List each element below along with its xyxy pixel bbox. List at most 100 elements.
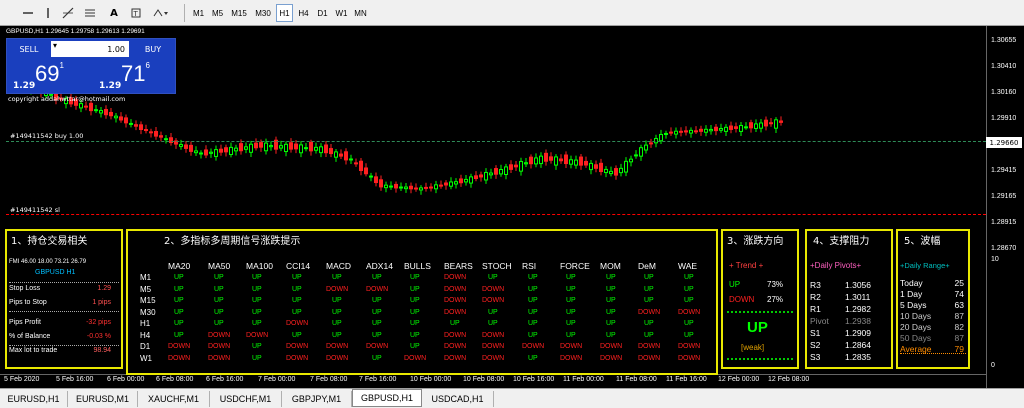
x-tick: 11 Feb 00:00 bbox=[563, 376, 604, 383]
signal-cell: UP bbox=[528, 331, 538, 339]
candle-body bbox=[699, 128, 703, 132]
fmi-header: FMI 46.00 18.00 73.21 26.79 bbox=[9, 259, 87, 265]
chart-tab[interactable]: EURUSD,M1 bbox=[68, 391, 138, 407]
chart-tab[interactable]: EURUSD,H1 bbox=[0, 391, 68, 407]
range-value: 82 bbox=[954, 322, 964, 332]
candle-body bbox=[544, 152, 548, 162]
candle-body bbox=[124, 117, 128, 124]
candle-body bbox=[479, 174, 483, 178]
timeframe-m1[interactable]: M1 bbox=[190, 4, 207, 22]
timeframe-row-label: M30 bbox=[140, 307, 156, 317]
timeframe-d1[interactable]: D1 bbox=[314, 4, 331, 22]
chart-tab[interactable]: USDCHF,M1 bbox=[210, 391, 282, 407]
signal-cell: UP bbox=[566, 297, 576, 304]
x-tick: 6 Feb 16:00 bbox=[206, 376, 244, 383]
signal-cell: DOWN bbox=[482, 285, 505, 293]
line-icon[interactable] bbox=[18, 3, 38, 23]
signal-cell: UP bbox=[252, 274, 262, 281]
signal-cell: UP bbox=[488, 274, 498, 281]
chart-tab[interactable]: GBPJPY,M1 bbox=[282, 391, 352, 407]
stop-loss-line[interactable] bbox=[6, 214, 986, 215]
candle-body bbox=[364, 167, 368, 175]
signal-cell: UP bbox=[684, 331, 694, 339]
candle-body bbox=[329, 148, 333, 155]
candle-body bbox=[604, 168, 608, 174]
candle-body bbox=[694, 130, 698, 133]
sell-price[interactable]: 691 bbox=[35, 61, 64, 87]
sell-button[interactable]: SELL bbox=[11, 41, 47, 57]
signal-cell: UP bbox=[410, 343, 420, 350]
y-tick: 1.30410 bbox=[991, 63, 1017, 70]
chart-tab[interactable]: XAUCHF,M1 bbox=[138, 391, 210, 407]
chart-tab[interactable]: USDCAD,H1 bbox=[422, 391, 494, 407]
signal-cell: UP bbox=[566, 320, 576, 327]
buy-button[interactable]: BUY bbox=[135, 41, 171, 57]
signal-cell: UP bbox=[372, 274, 382, 281]
price-axis[interactable]: 1.30655 1.30410 1.30160 1.29910 1.29415 … bbox=[986, 26, 1024, 388]
candle-body bbox=[434, 184, 438, 190]
price-chart[interactable]: GBPUSD,H1 1.29645 1.29758 1.29613 1.2969… bbox=[0, 26, 1024, 388]
candle-body bbox=[324, 144, 328, 154]
signal-cell: UP bbox=[214, 285, 224, 293]
order-line[interactable] bbox=[6, 141, 986, 142]
candle-body bbox=[514, 164, 518, 168]
signal-cell: UP bbox=[410, 320, 420, 327]
timeframe-m5[interactable]: M5 bbox=[209, 4, 226, 22]
x-tick: 6 Feb 08:00 bbox=[156, 376, 194, 383]
label-icon[interactable]: T bbox=[126, 3, 146, 23]
candle-body bbox=[459, 178, 463, 184]
timeframe-h4[interactable]: H4 bbox=[295, 4, 312, 22]
candle-body bbox=[764, 119, 768, 127]
position-row-label: Stop Loss bbox=[9, 285, 41, 292]
candle-body bbox=[749, 122, 753, 129]
candle-body bbox=[444, 182, 448, 186]
candle-body bbox=[494, 168, 498, 175]
signal-cell: UP bbox=[174, 274, 184, 281]
chart-tab[interactable]: GBPUSD,H1 bbox=[352, 389, 422, 407]
timeframe-h1[interactable]: H1 bbox=[276, 4, 293, 22]
panel-indicator-signals: 2、多指标多周期信号涨跌提示 MA20 MA50 MA100 CCI14 MACD ADX… bbox=[126, 229, 718, 375]
signal-cell: UP bbox=[252, 320, 262, 327]
signal-cell: DOWN bbox=[208, 354, 231, 362]
signal-cell: UP bbox=[410, 285, 420, 293]
candle-body bbox=[689, 129, 693, 134]
signal-cell: UP bbox=[292, 331, 302, 339]
time-axis[interactable]: 5 Feb 2020 5 Feb 16:00 6 Feb 00:00 6 Feb 08… bbox=[0, 374, 986, 388]
x-tick: 10 Feb 08:00 bbox=[463, 376, 505, 383]
y-tick: 1.30655 bbox=[991, 37, 1017, 44]
signal-cell: UP bbox=[566, 285, 576, 293]
timeframe-m15[interactable]: M15 bbox=[228, 4, 250, 22]
buy-price[interactable]: 716 bbox=[121, 61, 150, 87]
signal-cell: DOWN bbox=[366, 343, 389, 350]
candle-body bbox=[484, 171, 488, 181]
trendline-icon[interactable] bbox=[80, 3, 100, 23]
arrows-icon[interactable] bbox=[150, 3, 170, 23]
timeframe-m30[interactable]: M30 bbox=[252, 4, 274, 22]
text-icon[interactable]: A bbox=[104, 3, 124, 23]
candle-body bbox=[594, 164, 598, 169]
signal-cell: DOWN bbox=[366, 285, 389, 293]
candle-body bbox=[519, 160, 523, 172]
lot-dropdown-icon[interactable]: ▾ bbox=[53, 41, 57, 50]
candle-body bbox=[719, 128, 723, 131]
signal-cell: DOWN bbox=[326, 354, 349, 362]
candle-body bbox=[394, 183, 398, 189]
crosshair-icon[interactable] bbox=[58, 3, 78, 23]
signal-cell: UP bbox=[252, 285, 262, 293]
candle-body bbox=[644, 144, 648, 151]
signal-cell: UP bbox=[372, 331, 382, 339]
signal-cell: DOWN bbox=[560, 343, 583, 350]
vertical-line-icon[interactable] bbox=[38, 3, 58, 23]
lot-size-input[interactable]: 1.00 bbox=[51, 41, 129, 57]
candle-body bbox=[429, 186, 433, 189]
timeframe-mn[interactable]: MN bbox=[352, 4, 369, 22]
timeframe-row-label: H1 bbox=[140, 319, 151, 328]
signal-cell: UP bbox=[684, 320, 694, 327]
candle-body bbox=[774, 119, 778, 129]
timeframe-w1[interactable]: W1 bbox=[333, 4, 350, 22]
panel-symbol: GBPUSD H1 bbox=[35, 269, 76, 276]
signal-cell: UP bbox=[332, 297, 342, 304]
candle-body bbox=[299, 144, 303, 154]
signal-cell: DOWN bbox=[444, 297, 467, 304]
range-label: 50 Days bbox=[900, 333, 932, 343]
